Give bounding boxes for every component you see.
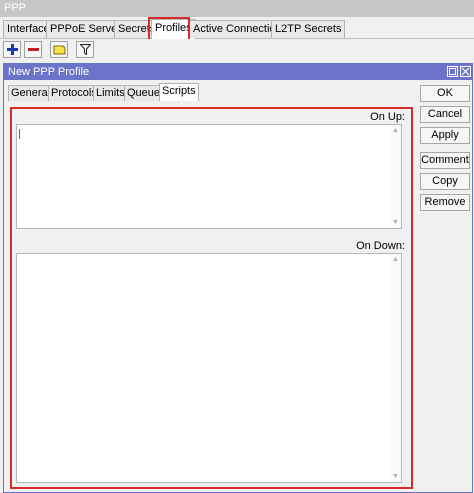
ok-button[interactable]: OK xyxy=(420,85,470,102)
window-title: PPP xyxy=(4,2,27,14)
tab-queue[interactable]: Queue xyxy=(124,85,164,101)
toolbar xyxy=(0,39,474,61)
cancel-button[interactable]: Cancel xyxy=(420,106,470,123)
tab-scripts[interactable]: Scripts xyxy=(159,83,199,101)
remove-button-right[interactable]: Remove xyxy=(420,194,470,211)
comment-button[interactable] xyxy=(50,41,68,58)
filter-button[interactable] xyxy=(76,41,94,58)
filter-icon xyxy=(79,44,91,55)
main-tab-bar: Interface PPPoE Servers Secrets Profiles… xyxy=(0,17,474,39)
scroll-up-icon[interactable]: ▲ xyxy=(391,255,400,264)
dialog-title: New PPP Profile xyxy=(8,66,90,78)
scripts-panel: On Up: ▲ ▼ On Down: ▲ ▼ xyxy=(10,107,413,489)
note-icon xyxy=(53,45,65,55)
on-up-label: On Up: xyxy=(370,111,405,123)
scroll-up-icon[interactable]: ▲ xyxy=(391,126,400,135)
on-down-textarea[interactable]: ▲ ▼ xyxy=(16,253,402,483)
plus-icon xyxy=(6,44,18,55)
copy-button[interactable]: Copy xyxy=(420,173,470,190)
apply-button[interactable]: Apply xyxy=(420,127,470,144)
tab-l2tp-secrets[interactable]: L2TP Secrets xyxy=(271,20,346,38)
on-up-textarea[interactable]: ▲ ▼ xyxy=(16,124,402,229)
tab-limits[interactable]: Limits xyxy=(93,85,128,101)
add-button[interactable] xyxy=(3,41,21,58)
on-down-scrollbar[interactable]: ▲ ▼ xyxy=(390,254,401,482)
remove-button[interactable] xyxy=(24,41,42,58)
tab-general[interactable]: General xyxy=(8,85,54,101)
window-title-bar: PPP xyxy=(0,0,474,17)
on-up-scrollbar[interactable]: ▲ ▼ xyxy=(390,125,401,228)
new-ppp-profile-dialog: New PPP Profile General Protocols Limits… xyxy=(3,63,473,493)
text-cursor xyxy=(19,129,20,139)
comment-button-right[interactable]: Comment xyxy=(420,152,470,169)
scroll-down-icon[interactable]: ▼ xyxy=(391,218,400,227)
scroll-down-icon[interactable]: ▼ xyxy=(391,472,400,481)
dialog-title-bar: New PPP Profile xyxy=(4,64,472,80)
close-icon[interactable] xyxy=(460,66,471,77)
on-down-label: On Down: xyxy=(356,240,405,252)
maximize-icon[interactable] xyxy=(447,66,458,77)
minus-icon xyxy=(27,48,39,51)
